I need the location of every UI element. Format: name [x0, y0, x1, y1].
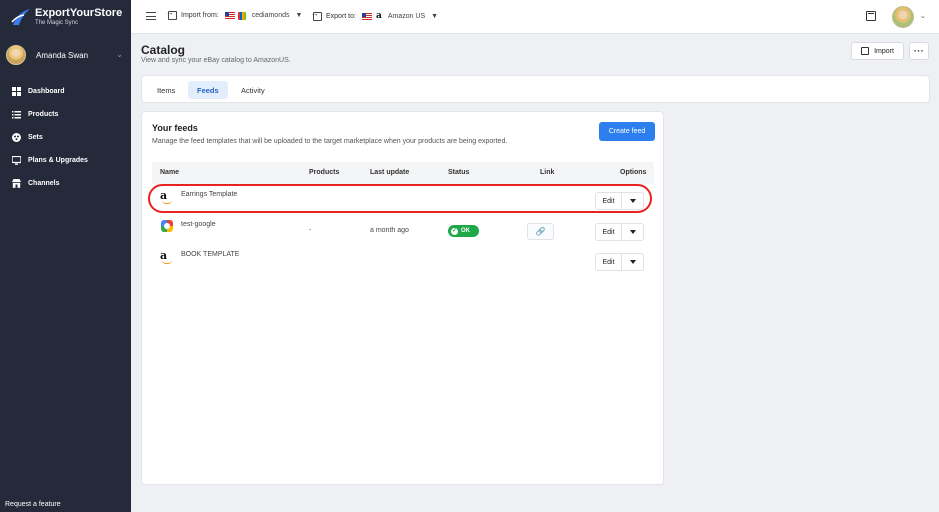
chevron-down-icon: ⌄	[116, 50, 123, 59]
brand-title: ExportYourStore	[35, 7, 123, 19]
request-feature-link[interactable]: Request a feature	[5, 501, 61, 508]
sidebar-item-dashboard[interactable]: Dashboard	[0, 80, 131, 103]
create-feed-button[interactable]: Create feed	[599, 122, 655, 141]
brand-logo[interactable]: ExportYourStore The Magic Sync	[10, 6, 122, 28]
edit-button[interactable]: Edit	[595, 223, 622, 241]
list-icon	[12, 111, 21, 119]
export-icon	[311, 9, 322, 21]
edit-button[interactable]: Edit	[595, 192, 622, 210]
sidebar-item-label: Dashboard	[28, 88, 65, 95]
check-icon: ✓	[451, 227, 458, 235]
avatar	[6, 45, 26, 65]
import-source-value: cediamonds	[251, 12, 290, 19]
plans-icon	[12, 156, 21, 165]
amazon-logo-icon: a	[160, 250, 174, 266]
catalog-tabs: Items Feeds Activity	[141, 75, 930, 103]
edit-button[interactable]: Edit	[595, 253, 622, 271]
feed-products: -	[309, 227, 312, 234]
avatar[interactable]	[892, 6, 914, 28]
more-options-button[interactable]: ···	[909, 42, 929, 60]
import-icon	[861, 47, 870, 55]
ebay-store-icon	[237, 11, 246, 20]
tab-items[interactable]: Items	[148, 81, 184, 99]
import-icon	[166, 8, 177, 20]
link-icon: 🔗	[535, 227, 546, 236]
column-header-options: Options	[620, 169, 647, 176]
hamburger-menu-icon[interactable]	[146, 12, 156, 20]
dashboard-icon	[12, 87, 21, 96]
calendar-icon[interactable]	[866, 11, 876, 21]
status-text: OK	[461, 228, 470, 234]
logo-swoosh-icon	[11, 9, 30, 25]
amazon-logo-icon: a	[160, 190, 174, 206]
sets-icon	[12, 133, 21, 142]
table-row: a BOOK TEMPLATE Edit	[152, 246, 654, 276]
feed-name[interactable]: BOOK TEMPLATE	[181, 251, 239, 258]
page-subtitle: View and sync your eBay catalog to Amazo…	[141, 57, 291, 64]
import-button-label: Import	[874, 47, 894, 55]
copy-link-button[interactable]: 🔗	[527, 223, 554, 240]
column-header-last-update: Last update	[370, 169, 410, 176]
caret-down-icon: ▼	[431, 12, 439, 20]
tab-feeds[interactable]: Feeds	[188, 81, 228, 99]
feeds-card: Your feeds Manage the feed templates tha…	[141, 111, 664, 485]
sidebar-item-label: Channels	[28, 180, 60, 187]
export-target-value: Amazon US	[387, 12, 426, 20]
import-label: Import from:	[181, 12, 219, 19]
feeds-subtitle: Manage the feed templates that will be u…	[152, 138, 508, 145]
user-menu[interactable]: Amanda Swan ⌄	[0, 42, 131, 68]
sidebar-item-label: Products	[28, 111, 59, 118]
sidebar-item-plans[interactable]: Plans & Upgrades	[0, 149, 131, 172]
feed-name[interactable]: test-google	[181, 221, 216, 228]
options-dropdown-button[interactable]	[622, 253, 644, 271]
sidebar: ExportYourStore The Magic Sync Amanda Sw…	[0, 0, 131, 512]
brand-tagline: The Magic Sync	[35, 20, 79, 26]
import-button[interactable]: Import	[851, 42, 904, 60]
feeds-title: Your feeds	[152, 123, 198, 133]
export-target-selector[interactable]: Export to: a Amazon US ▼	[311, 9, 439, 22]
table-row: test-google - a month ago ✓ OK 🔗 Edit	[152, 216, 654, 246]
tab-activity[interactable]: Activity	[232, 81, 274, 99]
caret-down-icon: ▼	[295, 12, 303, 19]
us-flag-icon	[361, 12, 372, 20]
us-flag-icon	[224, 12, 235, 19]
user-name: Amanda Swan	[36, 50, 89, 60]
column-header-link: Link	[540, 169, 555, 176]
options-dropdown-button[interactable]	[622, 223, 644, 241]
feed-name[interactable]: Earrings Template	[181, 191, 237, 198]
sidebar-item-channels[interactable]: Channels	[0, 172, 131, 195]
options-dropdown-button[interactable]	[622, 192, 644, 210]
export-label: Export to:	[326, 12, 356, 20]
amazon-logo-icon: a	[375, 11, 382, 21]
column-header-name: Name	[160, 169, 180, 176]
status-badge: ✓ OK	[448, 225, 479, 237]
page-title: Catalog	[141, 43, 186, 57]
google-logo-icon	[161, 220, 173, 232]
sidebar-nav: Dashboard Products Sets Plans & Upgrades…	[0, 80, 131, 195]
sidebar-item-label: Plans & Upgrades	[28, 157, 88, 164]
import-source-selector[interactable]: Import from: cediamonds ▼	[166, 8, 303, 20]
top-bar: Import from: cediamonds ▼ Export to: a A…	[131, 0, 939, 34]
more-icon: ···	[913, 46, 925, 56]
chevron-down-icon[interactable]: ⌄	[920, 12, 926, 20]
sidebar-item-sets[interactable]: Sets	[0, 126, 131, 149]
table-header: Name Products Last update Status Link Op…	[152, 162, 654, 184]
sidebar-item-products[interactable]: Products	[0, 103, 131, 126]
column-header-status: Status	[448, 169, 470, 176]
sidebar-item-label: Sets	[28, 134, 43, 141]
column-header-products: Products	[309, 169, 340, 176]
table-row: a Earrings Template Edit	[152, 186, 654, 216]
feed-last-update: a month ago	[370, 227, 409, 234]
channels-icon	[12, 179, 21, 188]
